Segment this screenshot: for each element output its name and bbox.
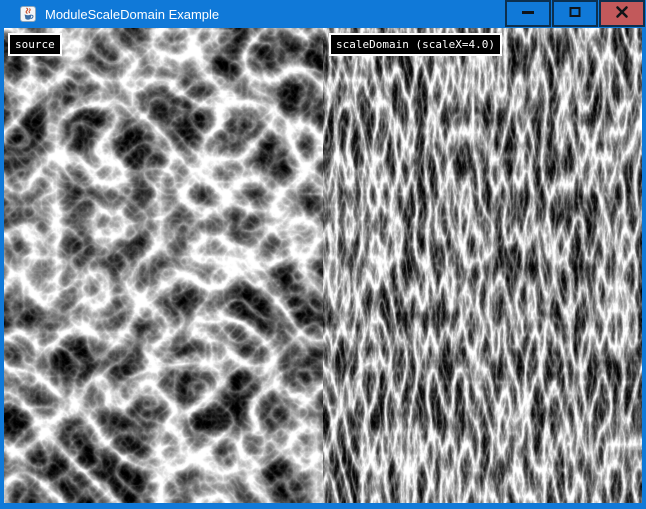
source-panel: source — [4, 28, 323, 503]
scaledomain-panel: scaleDomain (scaleX=4.0) — [323, 28, 642, 503]
window-controls — [504, 0, 645, 28]
minimize-icon — [521, 5, 535, 22]
close-button[interactable] — [599, 0, 645, 27]
source-noise-image — [4, 28, 323, 503]
title-bar[interactable]: ModuleScaleDomain Example — [0, 0, 646, 28]
minimize-button[interactable] — [505, 0, 551, 27]
app-window: ModuleScaleDomain Example source — [0, 0, 646, 509]
maximize-button[interactable] — [552, 0, 598, 27]
source-label: source — [8, 33, 62, 56]
java-app-icon — [20, 6, 36, 22]
scaledomain-label: scaleDomain (scaleX=4.0) — [329, 33, 502, 56]
window-title: ModuleScaleDomain Example — [45, 7, 219, 22]
content-area: source scaleDomain (scaleX=4.0) — [4, 28, 642, 503]
scaledomain-noise-image — [323, 28, 642, 503]
close-icon — [615, 5, 629, 22]
maximize-icon — [568, 5, 582, 22]
window-bottom-border — [0, 503, 646, 509]
